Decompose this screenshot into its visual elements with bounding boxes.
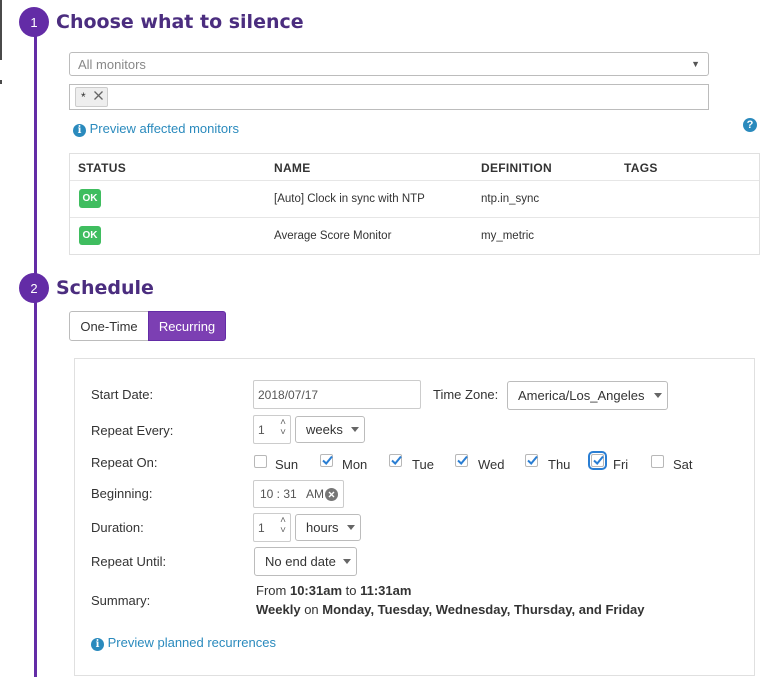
- day-label-fri: Fri: [613, 457, 629, 472]
- help-icon[interactable]: ?: [743, 118, 757, 132]
- day-label-wed: Wed: [478, 457, 505, 472]
- step-1-badge: 1: [19, 7, 49, 37]
- chevron-down-icon[interactable]: ˅: [280, 526, 286, 536]
- timezone-value: America/Los_Angeles: [518, 388, 645, 403]
- table-row[interactable]: OK Average Score Monitor my_metric: [70, 217, 759, 254]
- info-icon: i: [73, 124, 86, 137]
- day-checkbox-wed[interactable]: [455, 454, 468, 467]
- repeat-until-label: Repeat Until:: [91, 554, 167, 569]
- repeat-on-label: Repeat On:: [91, 455, 158, 470]
- preview-recurrences-link[interactable]: Preview planned recurrences: [108, 635, 276, 650]
- scope-tag-input[interactable]: *: [69, 84, 709, 110]
- repeat-unit-select[interactable]: weeks: [295, 416, 365, 443]
- column-header-status: STATUS: [78, 161, 127, 175]
- preview-monitors[interactable]: i Preview affected monitors: [73, 121, 239, 137]
- start-date-input[interactable]: 2018/07/17: [253, 380, 421, 409]
- summary-start-time: 10:31am: [289, 583, 343, 598]
- window-edge: [0, 0, 2, 60]
- repeat-until-select[interactable]: No end date: [254, 547, 357, 576]
- preview-monitors-link[interactable]: Preview affected monitors: [90, 121, 239, 136]
- caret-down-icon: [351, 427, 359, 432]
- caret-down-icon: [654, 393, 662, 398]
- monitor-name: [Auto] Clock in sync with NTP: [274, 193, 425, 205]
- repeat-every-stepper[interactable]: 1 ˄ ˅: [253, 415, 291, 444]
- day-label-thu: Thu: [548, 457, 571, 472]
- day-checkbox-mon[interactable]: [320, 454, 333, 467]
- step-2-title: Schedule: [56, 277, 154, 299]
- preview-recurrences[interactable]: i Preview planned recurrences: [91, 635, 276, 651]
- summary-recurrence: Weekly on Monday, Tuesday, Wednesday, Th…: [256, 602, 644, 617]
- scope-tag: *: [75, 87, 108, 107]
- monitor-select-value: All monitors: [78, 56, 146, 72]
- window-edge: [0, 80, 2, 84]
- duration-stepper[interactable]: 1 ˄ ˅: [253, 513, 291, 542]
- repeat-every-label: Repeat Every:: [91, 423, 174, 438]
- checkmark-icon: [527, 455, 538, 465]
- scope-tag-label: *: [81, 90, 86, 104]
- chevron-down-icon[interactable]: ˅: [280, 428, 286, 438]
- checkmark-icon: [457, 455, 468, 465]
- clear-icon[interactable]: [325, 488, 338, 501]
- column-header-definition: DEFINITION: [481, 161, 552, 175]
- summary-to-word: to: [345, 583, 357, 598]
- duration-label: Duration:: [91, 520, 144, 535]
- repeat-unit-value: weeks: [306, 422, 343, 437]
- summary-label: Summary:: [91, 593, 151, 608]
- day-label-sat: Sat: [673, 457, 693, 472]
- table-row[interactable]: OK [Auto] Clock in sync with NTP ntp.in_…: [70, 180, 759, 217]
- day-checkbox-sun[interactable]: [254, 455, 267, 468]
- monitor-select[interactable]: All monitors ▼: [69, 52, 709, 76]
- timezone-select[interactable]: America/Los_Angeles: [507, 381, 668, 410]
- duration-value: 1: [258, 521, 265, 535]
- day-checkbox-sat[interactable]: [651, 455, 664, 468]
- tab-one-time[interactable]: One-Time: [69, 311, 149, 341]
- repeat-until-value: No end date: [265, 554, 336, 569]
- status-badge: OK: [79, 189, 101, 208]
- caret-down-icon: [347, 525, 355, 530]
- monitor-name: Average Score Monitor: [274, 230, 392, 242]
- summary-days: Monday, Tuesday, Wednesday, Thursday, an…: [322, 602, 645, 617]
- summary-on-word: on: [304, 602, 319, 617]
- repeat-every-value: 1: [258, 423, 265, 437]
- summary-frequency: Weekly: [256, 602, 301, 617]
- checkmark-icon: [593, 455, 604, 465]
- day-checkbox-fri[interactable]: [588, 451, 607, 470]
- day-label-tue: Tue: [412, 457, 434, 472]
- checkmark-icon: [322, 455, 333, 465]
- duration-unit-select[interactable]: hours: [295, 514, 361, 541]
- day-label-sun: Sun: [275, 457, 299, 472]
- step-2-badge: 2: [19, 273, 49, 303]
- day-checkbox-thu[interactable]: [525, 454, 538, 467]
- close-icon[interactable]: [93, 90, 104, 101]
- checkmark-icon: [391, 455, 402, 465]
- info-icon: i: [91, 638, 104, 651]
- summary-end-time: 11:31am: [360, 583, 412, 598]
- beginning-time-input[interactable]: 10 : 31 AM: [253, 480, 344, 508]
- column-header-tags: TAGS: [624, 161, 658, 175]
- summary-from-word: From: [256, 583, 287, 598]
- chevron-down-icon: ▼: [691, 59, 700, 69]
- start-date-label: Start Date:: [91, 387, 154, 402]
- day-checkbox-tue[interactable]: [389, 454, 402, 467]
- step-timeline: [34, 24, 37, 677]
- step-1-title: Choose what to silence: [56, 11, 304, 33]
- day-label-mon: Mon: [342, 457, 368, 472]
- beginning-time-value: 10 : 31 AM: [260, 487, 325, 501]
- tab-recurring[interactable]: Recurring: [148, 311, 226, 341]
- timezone-label: Time Zone:: [433, 387, 499, 402]
- monitor-table: STATUS NAME DEFINITION TAGS OK [Auto] Cl…: [69, 153, 760, 255]
- column-header-name: NAME: [274, 161, 311, 175]
- duration-unit-value: hours: [306, 520, 339, 535]
- monitor-definition: ntp.in_sync: [481, 193, 540, 205]
- caret-down-icon: [343, 559, 351, 564]
- beginning-label: Beginning:: [91, 486, 153, 501]
- monitor-definition: my_metric: [481, 230, 535, 242]
- status-badge: OK: [79, 226, 101, 245]
- summary-time-range: From 10:31am to 11:31am: [256, 583, 411, 598]
